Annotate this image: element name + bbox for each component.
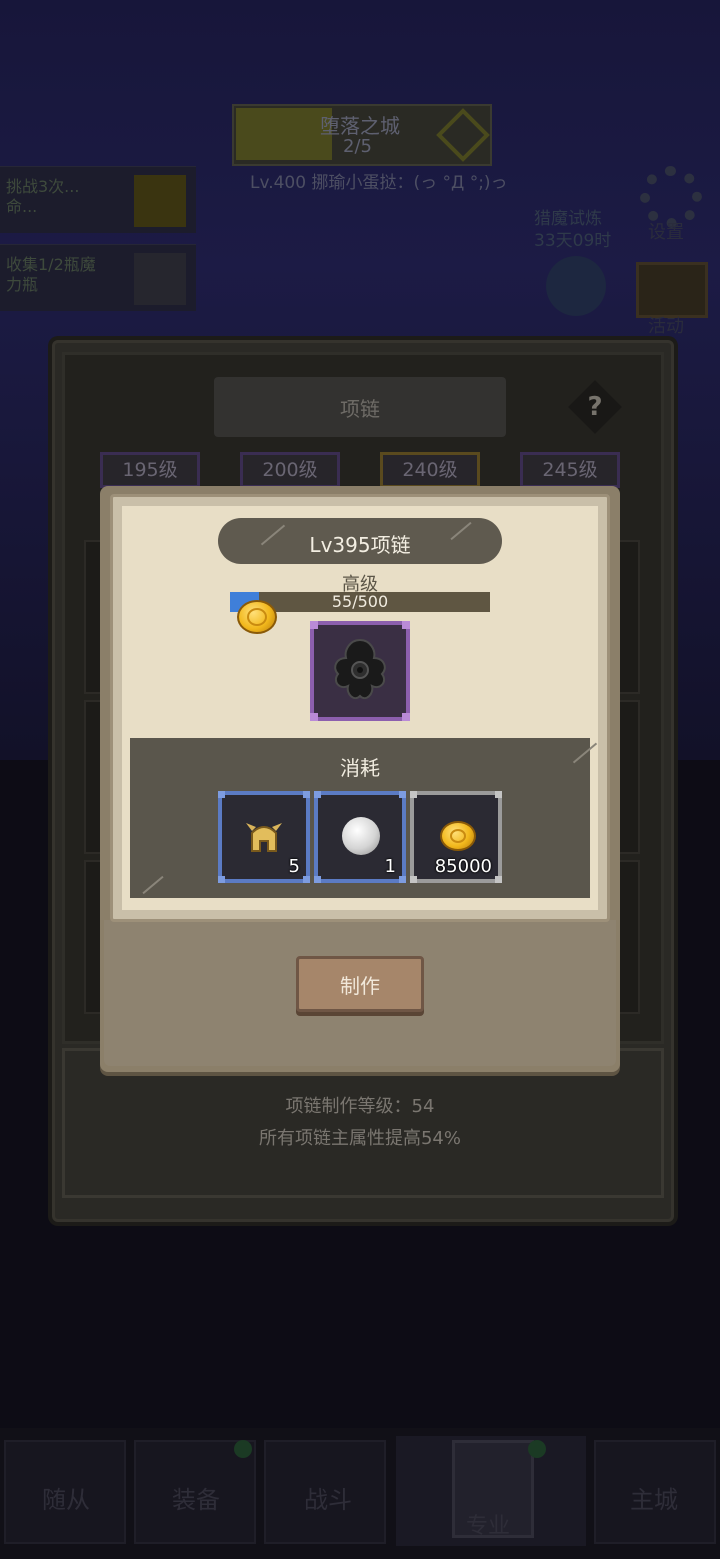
necklace-icon bbox=[334, 638, 386, 700]
main-title: 项链 bbox=[340, 397, 380, 421]
settings-label: 设置 bbox=[648, 222, 684, 243]
stage-name: 堕落之城 bbox=[320, 114, 400, 138]
quest-reward-icon bbox=[134, 175, 186, 227]
coin-icon bbox=[440, 821, 476, 851]
helmet-icon bbox=[246, 823, 282, 852]
quest-item: 挑战3次... 命... bbox=[0, 166, 196, 233]
nav-main-city-label: 主城 bbox=[630, 1486, 678, 1514]
events-chest-icon bbox=[636, 262, 708, 318]
material-slot[interactable]: 1 bbox=[314, 791, 406, 883]
crafting-level-text: 项链制作等级：54 bbox=[285, 1096, 435, 1117]
material-count: 1 bbox=[384, 856, 396, 877]
level-tab-200[interactable]: 200级 bbox=[240, 452, 340, 488]
crafting-bonus-text: 所有项链主属性提高54% bbox=[258, 1128, 461, 1149]
quest-reward-icon bbox=[134, 253, 186, 305]
nav-battle-label: 战斗 bbox=[304, 1486, 352, 1514]
material-slot[interactable]: 5 bbox=[218, 791, 310, 883]
level-tab-240[interactable]: 240级 bbox=[380, 452, 480, 488]
notification-dot-icon bbox=[234, 1440, 252, 1458]
nav-followers-label: 随从 bbox=[42, 1486, 90, 1514]
quest-item: 收集1/2瓶魔 力瓶 bbox=[0, 244, 196, 311]
help-icon[interactable]: ? bbox=[576, 388, 614, 426]
level-tab-195[interactable]: 195级 bbox=[100, 452, 200, 488]
nav-profession-label: 专业 bbox=[466, 1514, 511, 1539]
trial-timer-text: 猎魔试炼 33天09时 bbox=[534, 209, 612, 251]
nav-equipment-label: 装备 bbox=[172, 1486, 220, 1514]
quest-text: 收集1/2瓶魔 力瓶 bbox=[6, 255, 96, 294]
notification-dot-icon bbox=[528, 1440, 546, 1458]
quest-text: 挑战3次... 命... bbox=[6, 177, 80, 216]
gold-coin-icon bbox=[237, 600, 277, 634]
material-count: 5 bbox=[288, 856, 300, 877]
events-label: 活动 bbox=[648, 316, 684, 337]
consume-title: 消耗 bbox=[340, 756, 380, 780]
snowflake-icon bbox=[546, 256, 606, 316]
material-count: 85000 bbox=[434, 856, 492, 877]
stage-progress: 2/5 bbox=[343, 136, 372, 157]
stone-icon bbox=[342, 817, 380, 855]
boss-text: Lv.400 挪瑜小蛋挞：(っ °Д °;)っ bbox=[250, 173, 508, 193]
material-slot[interactable]: 85000 bbox=[410, 791, 502, 883]
popup-title: Lv395项链 bbox=[309, 533, 411, 557]
level-tab-245[interactable]: 245级 bbox=[520, 452, 620, 488]
stage-highlight bbox=[236, 108, 332, 160]
make-button-label[interactable]: 制作 bbox=[296, 970, 424, 999]
